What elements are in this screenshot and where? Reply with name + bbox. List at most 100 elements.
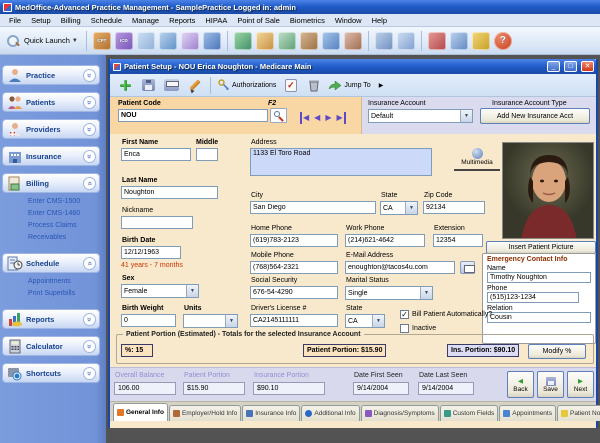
save-record-button[interactable] [138, 76, 159, 95]
maximize-button[interactable]: □ [564, 61, 577, 72]
tab-diagnosis-symptoms[interactable]: Diagnosis/Symptoms [361, 405, 439, 421]
chevron-up-icon[interactable]: » [83, 177, 96, 190]
report-schedule-icon[interactable] [375, 32, 393, 50]
sidebar-item-providers[interactable]: Providers » [2, 119, 100, 139]
menu-file[interactable]: File [4, 15, 26, 26]
claims-setup-icon[interactable] [278, 32, 296, 50]
quick-launch-label[interactable]: Quick Launch [24, 36, 70, 45]
social-security-input[interactable] [250, 286, 338, 299]
menu-window[interactable]: Window [330, 15, 367, 26]
insurance-account-select[interactable]: Default▼ [368, 109, 473, 123]
tab-additional-info[interactable]: Additional Info [301, 405, 359, 421]
modify-percent-button[interactable]: Modify % [528, 344, 586, 359]
next-button[interactable]: ▶ Next [567, 371, 594, 398]
patient-search-button[interactable] [270, 108, 287, 123]
next-record-icon[interactable]: ▶ [325, 112, 331, 124]
sidebar-item-insurance[interactable]: Insurance » [2, 146, 100, 166]
email-input[interactable] [345, 261, 455, 274]
cpt-codes-icon[interactable]: CPT [93, 32, 111, 50]
sidebar-item-schedule[interactable]: Schedule » [2, 253, 100, 273]
back-button[interactable]: ◀ Back [507, 371, 534, 398]
help-icon[interactable]: ? [494, 32, 512, 50]
sidebar-item-print-superbills[interactable]: Print Superbills [28, 288, 100, 300]
sidebar-item-enter-cms-1500[interactable]: Enter CMS-1500 [28, 196, 100, 208]
address-input[interactable]: 1133 El Toro Road [250, 148, 432, 176]
nickname-input[interactable] [121, 216, 193, 229]
tab-custom-fields[interactable]: Custom Fields [440, 405, 499, 421]
first-name-input[interactable] [121, 148, 191, 161]
patient-files-icon[interactable] [300, 32, 318, 50]
birth-date-input[interactable] [121, 246, 181, 259]
first-record-icon[interactable]: ◀ [300, 112, 309, 124]
verify-button[interactable]: ✓ [280, 76, 301, 95]
multimedia-button[interactable]: Multimedia [454, 145, 500, 171]
save-button[interactable]: Save [537, 371, 564, 398]
jump-to-button[interactable]: Jump To ▶ [326, 76, 385, 95]
chevron-down-icon[interactable]: » [83, 96, 96, 109]
close-button[interactable]: ✕ [581, 61, 594, 72]
state-select[interactable]: CA▼ [380, 201, 418, 215]
menu-help[interactable]: Help [367, 15, 392, 26]
license-state-select[interactable]: CA▼ [345, 314, 385, 328]
sidebar-item-process-claims[interactable]: Process Claims [28, 220, 100, 232]
work-phone-input[interactable] [345, 234, 425, 247]
statistics-icon[interactable] [428, 32, 446, 50]
mobile-phone-input[interactable] [250, 261, 338, 274]
zip-code-input[interactable] [423, 201, 485, 214]
quick-launch-dropdown-icon[interactable]: ▼ [72, 38, 78, 44]
menu-biometrics[interactable]: Biometrics [285, 15, 330, 26]
patient-code-input[interactable] [118, 109, 268, 122]
tab-general-info[interactable]: General Info [113, 403, 168, 421]
sex-select[interactable]: Female▼ [121, 284, 199, 298]
sidebar-item-shortcuts[interactable]: Shortcuts » [2, 363, 100, 383]
emergency-relation-input[interactable] [487, 312, 591, 323]
email-icon[interactable] [460, 261, 475, 274]
units-select[interactable]: ▼ [183, 314, 238, 328]
birth-weight-input[interactable] [121, 314, 176, 327]
icd-codes-icon[interactable]: ICD [115, 32, 133, 50]
chevron-up-icon[interactable]: » [83, 257, 96, 270]
extension-input[interactable] [433, 234, 483, 247]
menu-reports[interactable]: Reports [164, 15, 200, 26]
terminal-icon[interactable] [322, 32, 340, 50]
save-print-button[interactable] [161, 76, 182, 95]
chevron-down-icon[interactable]: » [83, 123, 96, 136]
workstation-icon[interactable] [159, 32, 177, 50]
last-name-input[interactable] [121, 186, 218, 199]
menu-billing[interactable]: Billing [56, 15, 86, 26]
sidebar-item-billing[interactable]: Billing » [2, 173, 100, 193]
chevron-down-icon[interactable]: » [83, 69, 96, 82]
chevron-down-icon[interactable]: » [83, 367, 96, 380]
chevron-down-icon[interactable]: » [83, 313, 96, 326]
menu-point-of-sale[interactable]: Point of Sale [232, 15, 285, 26]
tab-appointments[interactable]: Appointments [499, 405, 556, 421]
sidebar-item-reports[interactable]: Reports » [2, 309, 100, 329]
display-icon[interactable] [450, 32, 468, 50]
middle-name-input[interactable] [196, 148, 218, 161]
sidebar-item-calculator[interactable]: Calculator » [2, 336, 100, 356]
previous-record-icon[interactable]: ◀ [314, 112, 320, 124]
security-lock-icon[interactable] [472, 32, 490, 50]
tab-employer-hold-info[interactable]: Employer/Hold Info [169, 405, 241, 421]
sidebar-item-patients[interactable]: Patients » [2, 92, 100, 112]
sidebar-item-appointments[interactable]: Appointments [28, 276, 100, 288]
bill-automatically-checkbox[interactable]: ✓ Bill Patient Automatically? [400, 310, 492, 319]
marital-status-select[interactable]: Single▼ [345, 286, 433, 300]
authorizations-button[interactable]: Authorizations [216, 76, 278, 95]
home-phone-input[interactable] [250, 234, 338, 247]
calendar-check-icon[interactable] [397, 32, 415, 50]
sidebar-item-enter-cms-1460[interactable]: Enter CMS-1460 [28, 208, 100, 220]
edit-record-button[interactable] [184, 76, 205, 95]
export-data-icon[interactable] [234, 32, 252, 50]
certificate-icon[interactable] [181, 32, 199, 50]
menu-hipaa[interactable]: HIPAA [200, 15, 232, 26]
charges-icon[interactable] [256, 32, 274, 50]
office-building-icon[interactable] [203, 32, 221, 50]
patient-card-icon[interactable] [137, 32, 155, 50]
city-input[interactable] [250, 201, 376, 214]
chevron-down-icon[interactable]: » [83, 150, 96, 163]
chevron-down-icon[interactable]: » [83, 340, 96, 353]
sidebar-item-practice[interactable]: Practice » [2, 65, 100, 85]
add-insurance-account-button[interactable]: Add New Insurance Acct [480, 108, 590, 124]
menu-setup[interactable]: Setup [26, 15, 56, 26]
